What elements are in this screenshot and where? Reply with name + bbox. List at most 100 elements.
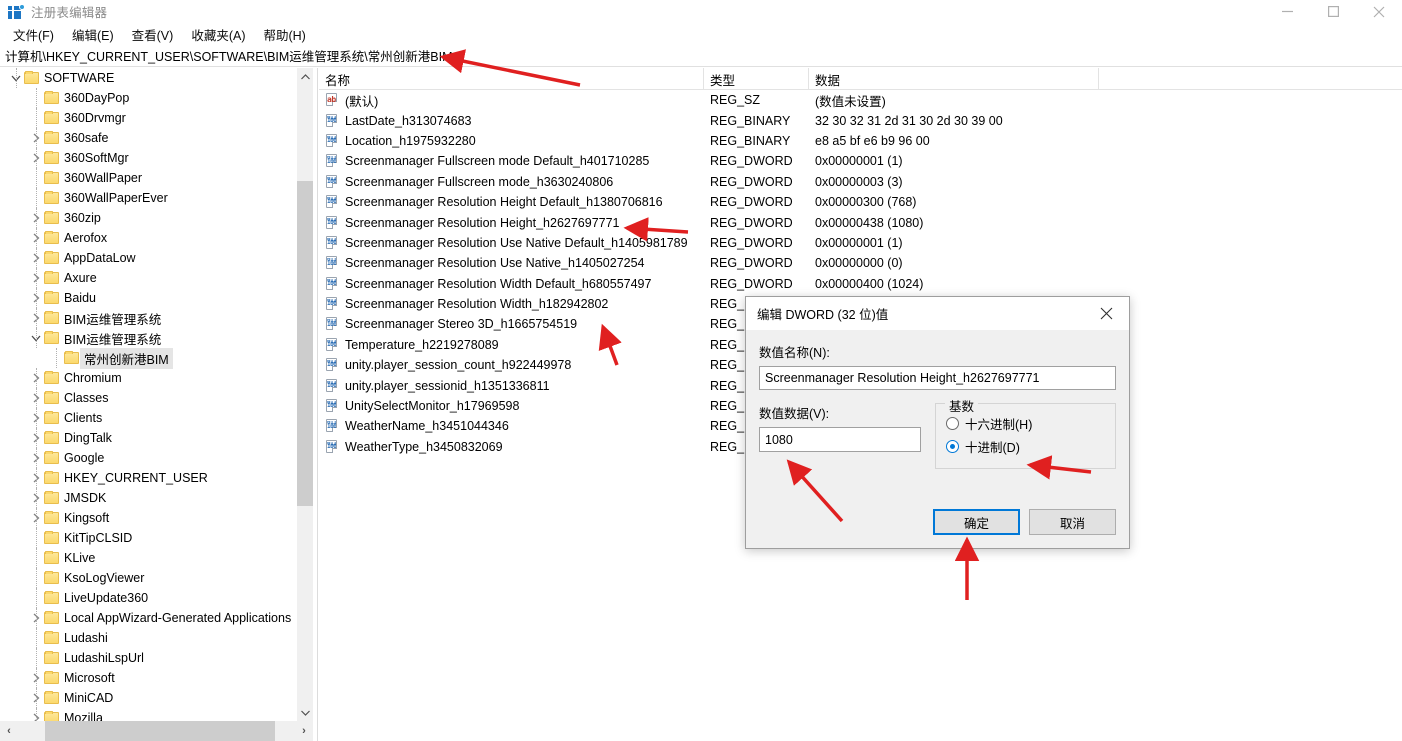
tree-item[interactable]: AppDataLow [0,248,296,268]
tree-guide-line [36,208,37,228]
registry-editor-icon [8,3,25,20]
pane-splitter[interactable] [313,68,318,741]
tree-item[interactable]: 360safe [0,128,296,148]
column-header-type[interactable]: 类型 [704,68,809,90]
tree-item[interactable]: MiniCAD [0,688,296,708]
menu-favorites[interactable]: 收藏夹(A) [182,23,254,46]
value-data-input[interactable]: 1080 [759,427,921,452]
value-name-text: unity.player_sessionid_h1351336811 [345,378,550,393]
value-name-cell: 011 100 Screenmanager Resolution Use Nativ… [319,235,704,250]
dialog-close-icon[interactable] [1084,297,1129,329]
dialog-buttons: 确定 取消 [933,509,1116,535]
tree-item[interactable]: Microsoft [0,668,296,688]
table-row[interactable]: 011 100 Screenmanager Fullscreen mode Defa… [319,151,1402,171]
radio-hexadecimal[interactable]: 十六进制(H) [946,412,1105,435]
value-name-cell: 011 100 Screenmanager Stereo 3D_h166575451… [319,317,704,331]
tree-item[interactable]: 360WallPaperEver [0,188,296,208]
folder-icon [44,291,59,304]
value-type-cell: REG_DWORD [710,276,793,291]
value-data-cell: 0x00000438 (1080) [815,215,924,230]
h-scroll-thumb[interactable] [45,721,275,741]
table-row[interactable]: 011 100 Screenmanager Resolution Use Nativ… [319,253,1402,273]
column-header-data[interactable]: 数据 [809,68,1099,90]
scroll-left-icon[interactable]: ‹ [0,721,18,741]
tree-item[interactable]: Kingsoft [0,508,296,528]
tree-item[interactable]: Google [0,448,296,468]
tree-item[interactable]: SOFTWARE [0,68,296,88]
table-row[interactable]: 011 100 Screenmanager Resolution Width Def… [319,274,1402,294]
scroll-down-icon[interactable] [297,704,314,721]
tree-scroll-thumb[interactable] [297,181,314,506]
tree-item-label: 360WallPaper [64,171,143,185]
tree-item[interactable]: 360DayPop [0,88,296,108]
tree-item[interactable]: 360zip [0,208,296,228]
tree-vertical-scrollbar[interactable] [296,68,314,721]
h-scroll-track[interactable] [18,721,295,741]
menu-file[interactable]: 文件(F) [4,23,63,46]
tree-item[interactable]: LiveUpdate360 [0,588,296,608]
tree-item[interactable]: Baidu [0,288,296,308]
tree-item[interactable]: HKEY_CURRENT_USER [0,468,296,488]
scroll-up-icon[interactable] [297,68,314,85]
tree-item[interactable]: Local AppWizard-Generated Applications [0,608,296,628]
tree-item[interactable]: KLive [0,548,296,568]
menu-edit[interactable]: 编辑(E) [63,23,123,46]
tree-item[interactable]: Clients [0,408,296,428]
tree-item[interactable]: DingTalk [0,428,296,448]
cancel-button[interactable]: 取消 [1029,509,1116,535]
table-row[interactable]: 011 100 LastDate_h313074683 REG_BINARY 32 30… [319,110,1402,130]
value-name-cell: 011 100 Screenmanager Fullscreen mode_h363… [319,174,704,189]
tree-item[interactable]: 360Drvmgr [0,108,296,128]
base-radio-group: 基数 十六进制(H) 十进制(D) [935,396,1116,469]
close-button[interactable] [1356,0,1402,23]
table-row[interactable]: ab (默认) REG_SZ (数值未设置) [319,90,1402,110]
tree-guide-line [56,348,57,368]
menu-help[interactable]: 帮助(H) [254,23,314,46]
folder-icon [44,611,59,624]
folder-icon [44,451,59,464]
tree-item[interactable]: Chromium [0,368,296,388]
scroll-right-icon[interactable]: › [295,721,313,741]
tree-guide-line [36,108,37,128]
radio-decimal[interactable]: 十进制(D) [946,435,1105,458]
value-name-text: Screenmanager Stereo 3D_h1665754519 [345,317,578,332]
tree-item[interactable]: LudashiLspUrl [0,648,296,668]
address-bar[interactable]: 计算机\HKEY_CURRENT_USER\SOFTWARE\BIM运维管理系统… [0,45,1402,67]
maximize-button[interactable] [1310,0,1356,23]
radio-decimal-icon[interactable] [946,440,959,453]
tree-guide-line [36,188,37,208]
table-row[interactable]: 011 100 Screenmanager Resolution Height De… [319,192,1402,212]
string-value-icon: ab [325,93,339,107]
value-name-cell: 011 100 UnitySelectMonitor_h17969598 [319,399,704,413]
menu-view[interactable]: 查看(V) [123,23,183,46]
value-name-input[interactable]: Screenmanager Resolution Height_h2627697… [759,366,1116,390]
tree-item[interactable]: JMSDK [0,488,296,508]
tree-item[interactable]: Mozilla [0,708,296,721]
column-header-name[interactable]: 名称 [319,68,704,90]
tree-item[interactable]: 360SoftMgr [0,148,296,168]
ok-button[interactable]: 确定 [933,509,1020,535]
tree-item[interactable]: 常州创新港BIM [0,347,296,369]
value-type-cell: REG_BINARY [710,133,791,148]
tree-item[interactable]: KsoLogViewer [0,568,296,588]
table-row[interactable]: 011 100 Screenmanager Resolution Height_h2… [319,212,1402,232]
tree-item[interactable]: BIM运维管理系统 [0,328,296,348]
tree-item[interactable]: BIM运维管理系统 [0,308,296,328]
tree-item[interactable]: KitTipCLSID [0,528,296,548]
tree-item[interactable]: Aerofox [0,228,296,248]
tree-guide-line [16,68,17,88]
tree-guide-line [36,608,37,628]
table-row[interactable]: 011 100 Screenmanager Fullscreen mode_h363… [319,172,1402,192]
registry-tree[interactable]: SOFTWARE 360DayPop 360Drvmgr 360safe 360Soft… [0,68,296,721]
minimize-button[interactable] [1264,0,1310,23]
value-name-text: Temperature_h2219278089 [345,337,499,352]
value-name-text: WeatherName_h3451044346 [345,419,509,434]
table-row[interactable]: 011 100 Screenmanager Resolution Use Nativ… [319,233,1402,253]
tree-item[interactable]: Ludashi [0,628,296,648]
tree-item[interactable]: Classes [0,388,296,408]
tree-horizontal-scrollbar[interactable]: ‹ › [0,721,313,741]
tree-item[interactable]: 360WallPaper [0,168,296,188]
radio-hexadecimal-icon[interactable] [946,417,959,430]
tree-item[interactable]: Axure [0,268,296,288]
table-row[interactable]: 011 100 Location_h1975932280 REG_BINARY e8 a… [319,131,1402,151]
